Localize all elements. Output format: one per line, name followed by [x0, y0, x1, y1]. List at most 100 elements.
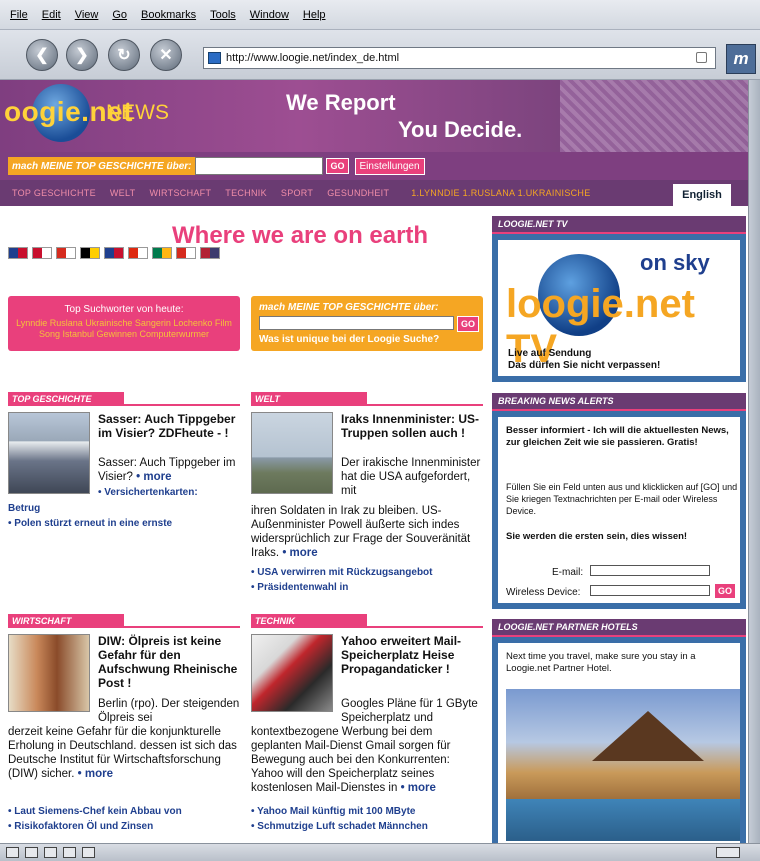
mail-icon[interactable]: [25, 847, 38, 858]
menu-view[interactable]: View: [75, 9, 99, 21]
settings-button[interactable]: Einstellungen: [354, 157, 425, 175]
forward-button[interactable]: ❯: [66, 39, 98, 71]
top-search-label: mach MEINE TOP GESCHICHTE über:: [8, 157, 196, 175]
navigation-toolbar: ❮ ❯ ↻ ✕ http://www.loogie.net/index_de.h…: [0, 30, 760, 80]
flag-usa-icon[interactable]: [200, 247, 220, 259]
welt-related-link-2[interactable]: • Präsidentenwahl in: [251, 582, 348, 593]
flag-uk-icon[interactable]: [104, 247, 124, 259]
reload-icon: ↻: [117, 47, 131, 64]
breaking-go-button[interactable]: GO: [714, 583, 737, 599]
category-nav: TOP GESCHICHTE WELT WIRTSCHAFT TECHNIK S…: [0, 180, 748, 206]
meine-geschichte-input[interactable]: [259, 316, 454, 330]
technik-related-link-1[interactable]: • Yahoo Mail künftig mit 100 MByte: [251, 806, 415, 817]
menu-tools[interactable]: Tools: [210, 9, 236, 21]
menu-file[interactable]: File: [10, 9, 28, 21]
top-related-link-2[interactable]: • Polen stürzt erneut in eine ernste: [8, 518, 172, 529]
meine-geschichte-go-button[interactable]: GO: [457, 316, 480, 332]
welt-article-more-link[interactable]: • more: [282, 547, 317, 559]
nav-technik[interactable]: TECHNIK: [225, 188, 267, 198]
address-book-icon[interactable]: [82, 847, 95, 858]
back-button[interactable]: ❮: [26, 39, 58, 71]
forward-arrow-icon: ❯: [75, 47, 89, 64]
wirtschaft-related-link-1[interactable]: • Laut Siemens-Chef kein Abbau von: [8, 806, 182, 817]
menu-edit[interactable]: Edit: [42, 9, 61, 21]
nav-hot-topics[interactable]: 1.LYNNDIE 1.RUSLANA 1.UKRAINISCHE: [411, 188, 590, 198]
menu-bar: File Edit View Go Bookmarks Tools Window…: [0, 0, 760, 30]
menu-bookmarks[interactable]: Bookmarks: [141, 9, 196, 21]
top-search-go-button[interactable]: GO: [326, 158, 349, 174]
slogan-line-2: You Decide.: [398, 117, 523, 142]
breaking-header: BREAKING NEWS ALERTS: [492, 393, 746, 411]
welt-article-title[interactable]: Iraks Innenminister: US-Truppen sollen a…: [341, 412, 483, 440]
nav-welt[interactable]: WELT: [110, 188, 136, 198]
flag-austria-icon[interactable]: [32, 247, 52, 259]
hotel-photo[interactable]: [506, 689, 740, 841]
flag-switzerland-icon[interactable]: [176, 247, 196, 259]
technik-article-body-1: Googles Pläne für 1 GByte Speicherplatz …: [341, 698, 478, 724]
wireless-label: Wireless Device:: [506, 587, 581, 598]
nav-top-geschichte[interactable]: TOP GESCHICHTE: [12, 188, 96, 198]
where-headline: Where we are on earth: [172, 222, 429, 249]
menu-go[interactable]: Go: [112, 9, 127, 21]
breaking-instructions: Füllen Sie ein Feld unten aus und klickl…: [506, 482, 738, 516]
top-related-link-1b[interactable]: Betrug: [8, 503, 40, 514]
back-arrow-icon: ❮: [35, 47, 49, 64]
section-technik: TECHNIK: [251, 614, 483, 628]
language-english-tab[interactable]: English: [673, 184, 731, 206]
top-related-link-1[interactable]: • Versichertenkarten:: [98, 487, 198, 498]
technik-related-link-2[interactable]: • Schmutzige Luft schadet Männchen: [251, 821, 428, 832]
suchwoerter-title: Top Suchworter von heute:: [64, 304, 184, 315]
tv-header: LOOGIE.NET TV: [492, 216, 746, 234]
reload-button[interactable]: ↻: [108, 39, 140, 71]
top-search-bar: mach MEINE TOP GESCHICHTE über: GO Einst…: [0, 152, 748, 180]
wirtschaft-article-title[interactable]: DIW: Ölpreis ist keine Gefahr für den Au…: [98, 634, 240, 690]
top-search-input[interactable]: [195, 157, 324, 175]
top-article-body: Sasser: Auch Tippgeber im Visier? • more: [98, 456, 240, 484]
flag-australia-icon[interactable]: [8, 247, 28, 259]
top-article-title[interactable]: Sasser: Auch Tippgeber im Visier? ZDFheu…: [98, 412, 238, 440]
technik-article-photo[interactable]: [251, 634, 333, 712]
technik-article-title[interactable]: Yahoo erweitert Mail-Speicherplatz Heise…: [341, 634, 483, 676]
wirtschaft-article-photo[interactable]: [8, 634, 90, 712]
welt-related-link-1[interactable]: • USA verwirren mit Rückzugsangebot: [251, 567, 433, 578]
breaking-box: Besser informiert - Ich will die aktuell…: [492, 411, 746, 609]
menu-window[interactable]: Window: [250, 9, 289, 21]
welt-article-body-1: Der irakische Innenminister hat die USA …: [341, 457, 481, 497]
flag-germany-icon[interactable]: [80, 247, 100, 259]
chat-icon[interactable]: [44, 847, 57, 858]
wirtschaft-related-link-2[interactable]: • Risikofaktoren Öl und Zinsen: [8, 821, 153, 832]
welt-article-photo[interactable]: [251, 412, 333, 494]
top-article-more-link[interactable]: • more: [136, 471, 171, 483]
menu-help[interactable]: Help: [303, 9, 326, 21]
technik-article-body-2: kontextbezogene Werbung bei dem geplante…: [251, 725, 485, 795]
tv-box[interactable]: on sky loogie.net TV Live auf Sendung Da…: [492, 234, 746, 382]
suchwoerter-terms[interactable]: Lynndie Ruslana Ukrainische Sangerin Loc…: [8, 318, 240, 340]
slogan-line-1: We Report: [286, 90, 396, 115]
flag-hong-kong-icon[interactable]: [128, 247, 148, 259]
stop-icon: ✕: [159, 47, 173, 64]
status-bar: [0, 843, 760, 861]
meine-geschichte-box: mach MEINE TOP GESCHICHTE über: GO Was i…: [251, 296, 483, 351]
wirtschaft-article-body-2: derzeit keine Gefahr für die konjunkture…: [8, 725, 242, 781]
wireless-input[interactable]: [590, 585, 710, 596]
navigator-icon[interactable]: [6, 847, 19, 858]
nav-gesundheit[interactable]: GESUNDHEIT: [327, 188, 389, 198]
address-bar[interactable]: http://www.loogie.net/index_de.html: [203, 47, 716, 69]
flag-canada-icon[interactable]: [56, 247, 76, 259]
composer-icon[interactable]: [63, 847, 76, 858]
tv-live-line-1: Live auf Sendung: [508, 348, 592, 359]
stop-button[interactable]: ✕: [150, 39, 182, 71]
hotel-pool: [506, 799, 740, 841]
unique-suche-link[interactable]: Was ist unique bei der Loogie Suche?: [259, 334, 439, 345]
address-dropdown-icon[interactable]: [696, 52, 707, 63]
browser-logo: m: [726, 44, 756, 74]
top-article-photo[interactable]: [8, 412, 90, 494]
section-welt: WELT: [251, 392, 483, 406]
nav-sport[interactable]: SPORT: [281, 188, 313, 198]
email-input[interactable]: [590, 565, 710, 576]
technik-article-more-link[interactable]: • more: [401, 782, 436, 794]
site-logo-news: NEWS: [106, 101, 169, 124]
flag-south-africa-icon[interactable]: [152, 247, 172, 259]
nav-wirtschaft[interactable]: WIRTSCHAFT: [149, 188, 211, 198]
wirtschaft-article-more-link[interactable]: • more: [78, 768, 113, 780]
